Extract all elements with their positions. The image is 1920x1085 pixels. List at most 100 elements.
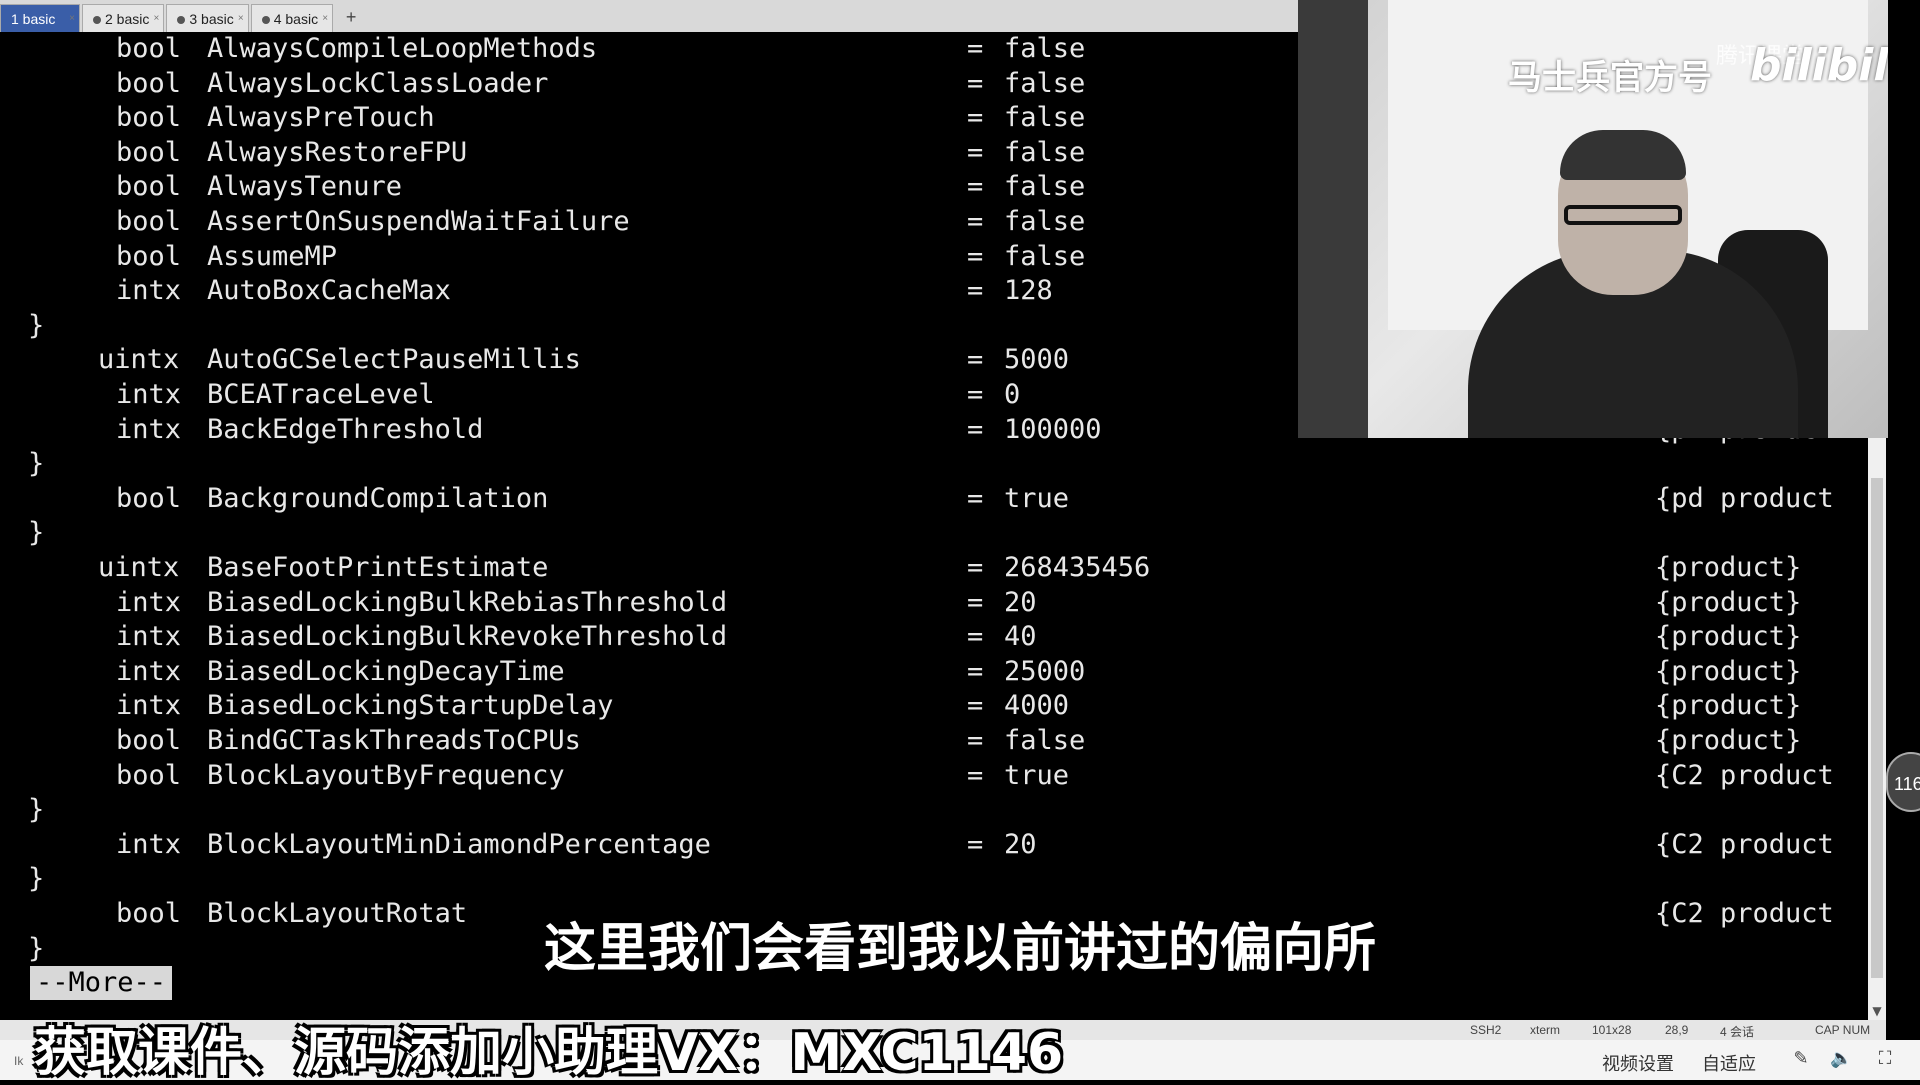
flag-value: false	[1004, 136, 1086, 168]
flag-name: BackEdgeThreshold	[207, 413, 484, 445]
scroll-down-arrow-icon[interactable]: ▼	[1871, 1004, 1883, 1018]
flag-equals: =	[967, 482, 984, 514]
tab-1[interactable]: 1 basic ×	[0, 4, 80, 32]
flag-value: 20	[1004, 828, 1037, 860]
flag-category: {product}	[1655, 725, 1802, 756]
closing-brace: }	[28, 309, 45, 341]
flag-type: uintx	[98, 344, 180, 376]
flag-equals: =	[967, 413, 984, 445]
terminal-flag-line: uintx BaseFootPrintEstimate = 268435456 {pro…	[0, 551, 1868, 585]
flag-value: false	[1004, 67, 1086, 99]
flag-value: false	[1004, 725, 1086, 756]
scrollbar-thumb[interactable]	[1871, 478, 1883, 978]
tab-close-icon[interactable]: ×	[238, 5, 244, 33]
flag-equals: =	[967, 586, 984, 618]
flag-equals: =	[967, 621, 984, 653]
pip-icon[interactable]: ✎	[1790, 1048, 1812, 1070]
flag-name: BlockLayoutMinDiamondPercentage	[207, 828, 711, 860]
auto-fit-button[interactable]: 自适应	[1702, 1050, 1756, 1076]
flag-equals: =	[967, 240, 984, 272]
flag-type: bool	[116, 67, 182, 99]
flag-name: BiasedLockingBulkRebiasThreshold	[207, 586, 728, 618]
presenter-glasses	[1564, 205, 1682, 225]
flag-name: BiasedLockingBulkRevokeThreshold	[207, 621, 728, 653]
terminal-flag-line: intx BiasedLockingStartupDelay = 4000 {produ…	[0, 689, 1868, 723]
closing-brace: }	[28, 448, 45, 480]
flag-value: 20	[1004, 586, 1037, 618]
flag-name: BiasedLockingDecayTime	[207, 655, 565, 687]
flag-equals: =	[967, 206, 984, 237]
tab-label: 3 basic	[189, 11, 234, 27]
flag-value: false	[1004, 240, 1086, 272]
flag-value: 4000	[1004, 690, 1070, 722]
flag-type: intx	[116, 275, 182, 307]
tab-close-icon[interactable]: ×	[69, 5, 75, 33]
terminal-flag-line: intx BlockLayoutMinDiamondPercentage = 20 {C…	[0, 828, 1868, 862]
flag-equals: =	[967, 136, 984, 168]
flag-name: BackgroundCompilation	[207, 482, 549, 514]
flag-value: 268435456	[1004, 552, 1151, 583]
new-tab-button[interactable]: +	[339, 6, 363, 30]
flag-type: bool	[116, 759, 182, 791]
flag-value: 25000	[1004, 655, 1086, 687]
flag-value: false	[1004, 206, 1086, 237]
flag-equals: =	[967, 67, 984, 99]
status-cursor: 28,9	[1665, 1023, 1689, 1037]
flag-value: true	[1004, 759, 1070, 791]
terminal-brace-line: }	[0, 516, 1868, 550]
flag-type: intx	[116, 586, 182, 618]
flag-type: intx	[116, 655, 182, 687]
flag-name: AlwaysCompileLoopMethods	[207, 33, 598, 64]
tab-4[interactable]: 4 basic ×	[250, 4, 334, 33]
flag-type: bool	[116, 725, 182, 756]
flag-name: AlwaysLockClassLoader	[207, 67, 549, 99]
side-badge[interactable]: 116	[1886, 752, 1920, 812]
flag-name: AlwaysTenure	[207, 171, 403, 203]
flag-value: false	[1004, 102, 1086, 134]
flag-type: intx	[116, 828, 182, 860]
flag-value: false	[1004, 171, 1086, 203]
flag-name: AutoGCSelectPauseMillis	[207, 344, 581, 376]
volume-icon[interactable]: 🔈	[1830, 1048, 1852, 1070]
flag-type: bool	[116, 33, 182, 64]
flag-type: bool	[116, 240, 182, 272]
flag-type: intx	[116, 690, 182, 722]
flag-category: {product}	[1655, 621, 1802, 653]
terminal-flag-line: bool BindGCTaskThreadsToCPUs = false {produc…	[0, 724, 1868, 758]
tab-status-dot-icon	[261, 16, 270, 25]
flag-category: {product}	[1655, 586, 1802, 618]
flag-equals: =	[967, 690, 984, 722]
flag-value: 100000	[1004, 413, 1102, 445]
subtitle-caption: 这里我们会看到我以前讲过的偏向所	[543, 919, 1376, 979]
flag-name: AssumeMP	[207, 240, 338, 272]
tab-3[interactable]: 3 basic ×	[166, 4, 249, 33]
tab-2[interactable]: 2 basic ×	[82, 4, 165, 33]
flag-name: AssertOnSuspendWaitFailure	[207, 206, 630, 237]
terminal-flag-line: intx BiasedLockingBulkRevokeThreshold = 40 {…	[0, 620, 1868, 654]
status-ssh: SSH2	[1470, 1023, 1502, 1037]
terminal-flag-line: bool BackgroundCompilation = true {pd produc…	[0, 482, 1868, 516]
status-size: 101x28	[1592, 1023, 1632, 1037]
status-sessions: 4 会话	[1720, 1025, 1755, 1039]
flag-value: false	[1004, 33, 1086, 64]
fullscreen-icon[interactable]: ⛶	[1874, 1048, 1896, 1070]
video-settings-button[interactable]: 视频设置	[1602, 1050, 1674, 1076]
flag-type: intx	[116, 621, 182, 653]
closing-brace: }	[28, 794, 45, 826]
flag-type: bool	[116, 206, 182, 237]
tab-close-icon[interactable]: ×	[154, 5, 160, 33]
flag-equals: =	[967, 759, 984, 791]
tab-status-dot-icon	[177, 16, 186, 25]
webcam-overlay: 马士兵官方号 腾讯课堂 bilibili	[1298, 0, 1888, 438]
tab-close-icon[interactable]: ×	[322, 5, 328, 33]
flag-equals: =	[967, 828, 984, 860]
status-caps: CAP NUM	[1815, 1023, 1871, 1037]
webcam-wall	[1298, 0, 1368, 438]
flag-category: {product}	[1655, 690, 1802, 722]
flag-name: AutoBoxCacheMax	[207, 275, 451, 307]
flag-equals: =	[967, 552, 984, 583]
flag-name: BiasedLockingStartupDelay	[207, 690, 614, 722]
flag-equals: =	[967, 102, 984, 134]
closing-brace: }	[28, 863, 45, 895]
status-term: xterm	[1530, 1023, 1560, 1037]
